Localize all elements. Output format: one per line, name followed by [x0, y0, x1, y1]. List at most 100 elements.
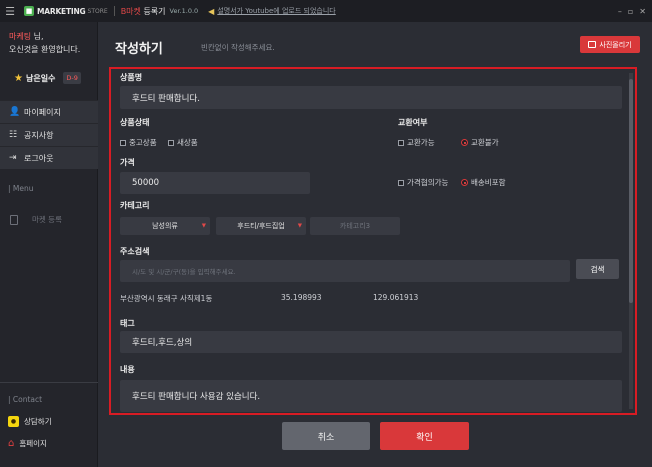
scrollbar-thumb[interactable] — [629, 79, 633, 303]
option-label: 교환가능 — [407, 138, 435, 147]
home-icon: ⌂ — [8, 438, 15, 449]
marketing-logo-icon: ■ — [24, 6, 34, 16]
person-icon: 👤 — [9, 107, 21, 117]
option-label: 배송비포함 — [471, 178, 506, 187]
sidebar-item-mypage[interactable]: 👤 마이페이지 — [0, 100, 98, 123]
condition-used-option[interactable]: 중고상품 — [120, 137, 157, 148]
product-name-input[interactable]: 후드티 판매합니다. — [120, 86, 622, 109]
chat-bubble-icon: ● — [8, 416, 19, 427]
remaining-days-badge: D-9 — [63, 72, 81, 84]
checkbox-icon[interactable] — [398, 139, 404, 146]
user-name: 마케팅 — [9, 32, 32, 41]
brand-sub: STORE — [87, 7, 108, 15]
sidebar-item-logout[interactable]: ⇥ 로그아웃 — [0, 146, 98, 169]
upload-photo-button[interactable]: 사진올리기 — [580, 36, 640, 53]
category1-select[interactable]: 남성의류 ▼ — [120, 217, 210, 235]
radio-selected-icon[interactable] — [461, 139, 468, 146]
app-version: Ver.1.0.0 — [169, 7, 199, 15]
condition-new-option[interactable]: 새상품 — [168, 137, 198, 148]
option-label: 가격협의가능 — [407, 178, 449, 187]
sidebar-item-label: 마이페이지 — [24, 107, 61, 117]
product-name-label: 상품명 — [120, 73, 143, 82]
category3-select[interactable]: 카테고리3 — [310, 217, 400, 235]
close-icon[interactable]: ✕ — [639, 7, 646, 16]
sidebar: 마케팅 님, 오신것을 환영합니다. ★ 남은일수 D-9 👤 마이페이지 ☷ … — [0, 22, 98, 467]
list-icon: ☷ — [9, 130, 18, 140]
category3-value: 카테고리3 — [339, 222, 371, 230]
sidebar-item-label: 공지사항 — [24, 130, 54, 140]
category2-value: 후드티/후드집업 — [237, 222, 285, 230]
sidebar-item-label: 마켓 등록 — [32, 215, 62, 224]
sidebar-item-label: 상담하기 — [24, 417, 52, 426]
content-label: 내용 — [120, 365, 135, 374]
welcome-text: 오신것을 환영합니다. — [9, 45, 81, 54]
app-name: B마켓 등록기 — [121, 6, 166, 17]
category2-select[interactable]: 후드티/후드집업 ▼ — [216, 217, 306, 235]
sidebar-item-notice[interactable]: ☷ 공지사항 — [0, 123, 98, 146]
confirm-button[interactable]: 확인 — [380, 422, 469, 450]
sidebar-item-market-register[interactable]: 마켓 등록 — [10, 214, 62, 225]
category-label: 카테고리 — [120, 201, 150, 210]
window-controls: – ▫ ✕ — [618, 0, 646, 22]
tag-input[interactable]: 후드티,후드,상의 — [120, 331, 622, 353]
chevron-down-icon: ▼ — [297, 223, 302, 229]
main-panel: 작성하기 빈칸없이 작성해주세요. 사진올리기 상품명 후드티 판매합니다. 상… — [99, 22, 652, 467]
notice-link[interactable]: 설명서가 Youtube에 업로드 되었습니다 — [217, 6, 335, 16]
exchange-possible-option[interactable]: 교환가능 — [398, 137, 435, 148]
brand-name: MARKETING — [37, 6, 86, 16]
menu-section-label: | Menu — [8, 184, 34, 193]
hamburger-menu-icon[interactable]: ☰ — [0, 0, 20, 22]
chevron-down-icon: ▼ — [201, 223, 206, 229]
logout-icon: ⇥ — [9, 153, 17, 163]
content-textarea[interactable]: 후드티 판매합니다 사용감 있습니다. — [120, 380, 622, 412]
star-icon: ★ — [14, 72, 23, 84]
user-suffix: 님, — [31, 32, 44, 41]
address-search-input[interactable]: 시/도 및 시/군/구(동)을 입력해주세요. — [120, 260, 570, 282]
checkbox-icon[interactable] — [120, 139, 126, 146]
option-label: 새상품 — [177, 138, 198, 147]
exchange-impossible-option[interactable]: 교환불가 — [461, 137, 499, 148]
price-negotiable-option[interactable]: 가격협의가능 — [398, 177, 448, 188]
sidebar-item-label: 홈페이지 — [19, 439, 47, 448]
restore-icon[interactable]: ▫ — [628, 7, 633, 16]
page-title: 작성하기 — [115, 42, 163, 57]
option-label: 교환불가 — [471, 138, 499, 147]
shipping-included-option[interactable]: 배송비포함 — [461, 177, 506, 188]
form-scrollbar[interactable] — [629, 73, 633, 409]
upload-photo-label: 사진올리기 — [599, 40, 632, 49]
tag-label: 태그 — [120, 319, 135, 328]
exchange-label: 교환여부 — [398, 118, 428, 127]
contact-section-label: | Contact — [8, 395, 43, 404]
price-label: 가격 — [120, 158, 135, 167]
category1-value: 남성의류 — [152, 222, 178, 230]
sidebar-item-consult[interactable]: ● 상담하기 — [8, 416, 52, 427]
title-divider — [113, 6, 115, 16]
radio-selected-icon[interactable] — [461, 179, 468, 186]
cancel-button[interactable]: 취소 — [282, 422, 370, 450]
page-description: 빈칸없이 작성해주세요. — [201, 43, 275, 52]
address-search-button[interactable]: 검색 — [576, 259, 619, 279]
condition-label: 상품상태 — [120, 118, 150, 127]
remaining-days-label: 남은일수 — [25, 73, 56, 83]
address-label: 주소검색 — [120, 247, 150, 256]
option-label: 중고상품 — [129, 138, 157, 147]
app-name-suffix: 등록기 — [140, 6, 166, 16]
remaining-days: ★ 남은일수 D-9 — [0, 64, 98, 92]
sidebar-divider — [0, 382, 98, 383]
sidebar-item-label: 로그아웃 — [24, 153, 54, 163]
longitude-value: 129.061913 — [373, 293, 419, 302]
minimize-icon[interactable]: – — [618, 7, 622, 16]
checkbox-icon[interactable] — [398, 179, 404, 186]
form-container: 상품명 후드티 판매합니다. 상품상태 중고상품 새상품 교환여부 교환가능 교… — [109, 67, 637, 415]
title-bar: ☰ ■ MARKETING STORE B마켓 등록기 Ver.1.0.0 ◀ … — [0, 0, 652, 22]
sidebar-item-homepage[interactable]: ⌂ 홈페이지 — [8, 438, 47, 449]
app-name-prefix: B마켓 — [120, 6, 141, 16]
welcome-message: 마케팅 님, 오신것을 환영합니다. — [9, 30, 80, 56]
document-icon — [10, 214, 18, 225]
image-icon — [588, 41, 597, 48]
price-input[interactable]: 50000 — [120, 172, 310, 194]
checkbox-icon[interactable] — [168, 139, 174, 146]
address-result: 부산광역시 동래구 사직제1동 — [120, 294, 213, 303]
latitude-value: 35.198993 — [281, 293, 322, 302]
megaphone-icon: ◀ — [208, 6, 215, 16]
